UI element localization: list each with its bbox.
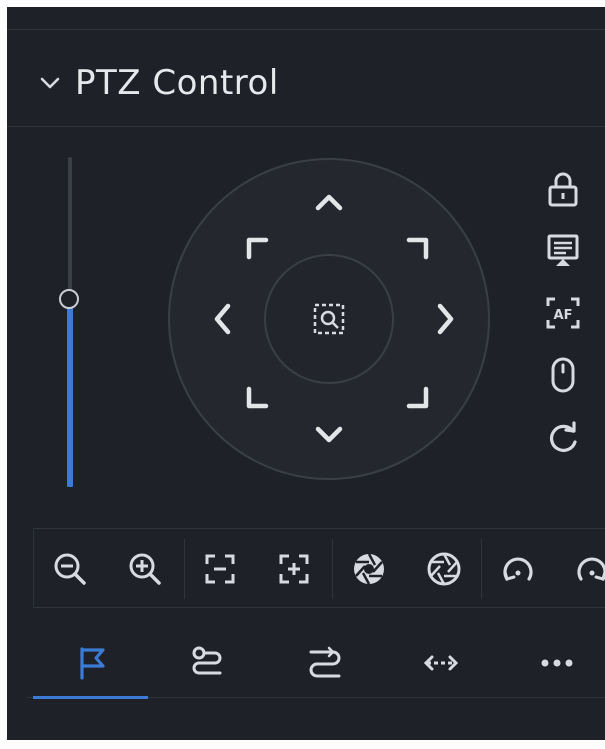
- tab-route[interactable]: [185, 641, 229, 685]
- speed-slider[interactable]: [59, 157, 81, 487]
- tab-preset[interactable]: [70, 641, 114, 685]
- osd-menu-icon[interactable]: [546, 233, 580, 269]
- active-tab-indicator: [33, 696, 148, 699]
- autofocus-button[interactable]: AF: [538, 291, 588, 335]
- rotate-left-icon[interactable]: [500, 551, 536, 587]
- header-divider: [7, 126, 605, 127]
- top-divider: [7, 29, 605, 30]
- slider-thumb[interactable]: [59, 288, 79, 309]
- chevron-down-icon[interactable]: [39, 72, 61, 94]
- ptz-header[interactable]: PTZ Control: [39, 55, 279, 111]
- more-icon[interactable]: [537, 657, 577, 669]
- slider-fill: [67, 298, 73, 487]
- zoom-in-icon[interactable]: [127, 551, 163, 587]
- toolbar-separator: [481, 539, 482, 599]
- zoom-in-button[interactable]: [125, 549, 165, 589]
- flag-icon[interactable]: [74, 645, 110, 681]
- mouse-button[interactable]: [538, 353, 588, 397]
- iris-close-button[interactable]: [424, 549, 464, 589]
- svg-text:AF: AF: [554, 308, 573, 323]
- zoom-out-button[interactable]: [50, 549, 90, 589]
- osd-menu-button[interactable]: [538, 229, 588, 273]
- tab-tour[interactable]: [303, 641, 347, 685]
- scan-arrows-icon[interactable]: [421, 651, 461, 675]
- tab-scan[interactable]: [419, 641, 463, 685]
- toolbar-separator: [184, 539, 185, 599]
- iris-close-icon[interactable]: [426, 551, 462, 587]
- autofocus-icon[interactable]: AF: [545, 296, 581, 330]
- route-icon[interactable]: [188, 644, 226, 682]
- refresh-button[interactable]: [538, 415, 588, 459]
- tour-icon[interactable]: [305, 644, 345, 682]
- rotate-left-button[interactable]: [498, 549, 538, 589]
- lock-icon[interactable]: [546, 170, 580, 208]
- lock-button[interactable]: [538, 167, 588, 211]
- direction-pad: [168, 158, 490, 480]
- focus-near-button[interactable]: [274, 549, 314, 589]
- iris-open-icon[interactable]: [351, 551, 387, 587]
- iris-open-button[interactable]: [349, 549, 389, 589]
- refresh-icon[interactable]: [546, 418, 580, 456]
- focus-near-icon[interactable]: [277, 552, 311, 586]
- rotate-right-icon[interactable]: [574, 551, 605, 587]
- focus-far-button[interactable]: [200, 549, 240, 589]
- panel-title: PTZ Control: [75, 63, 279, 103]
- focus-far-icon[interactable]: [203, 552, 237, 586]
- ptz-tabs: [27, 623, 605, 703]
- tab-more[interactable]: [535, 641, 579, 685]
- toolbar-separator: [332, 539, 333, 599]
- mouse-icon[interactable]: [549, 356, 577, 394]
- rotate-right-button[interactable]: [572, 549, 605, 589]
- ptz-panel: PTZ Control AF: [7, 7, 605, 740]
- zoom-out-icon[interactable]: [52, 551, 88, 587]
- ptz-toolbar: [33, 528, 605, 608]
